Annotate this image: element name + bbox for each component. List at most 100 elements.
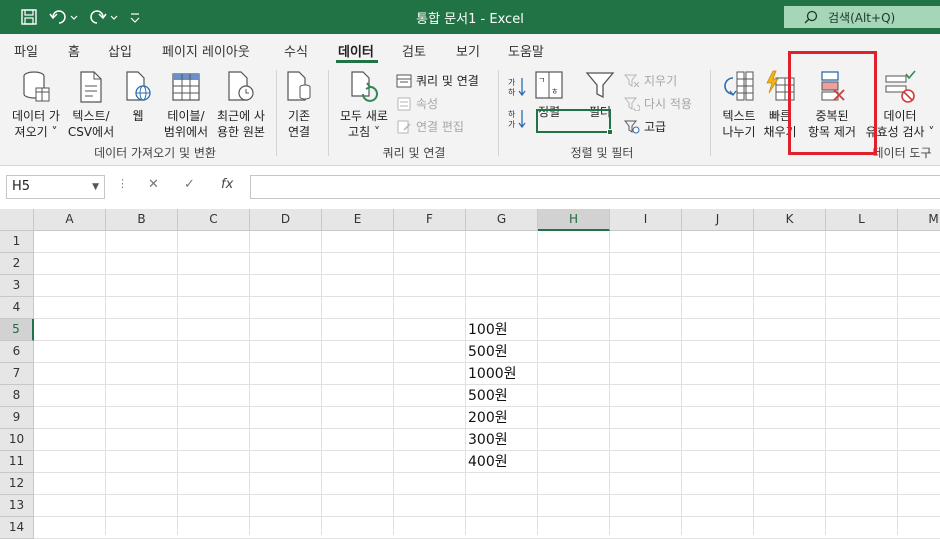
tab-file[interactable]: 파일 [14,41,38,60]
column-header-d[interactable]: D [250,209,322,231]
enter-icon[interactable]: ✓ [184,177,195,192]
edit-links-button[interactable]: 연결 편집 [396,118,464,135]
tab-data[interactable]: 데이터 [338,41,374,60]
column-header-c[interactable]: C [178,209,250,231]
row-header-11[interactable]: 11 [0,451,34,473]
undo-icon[interactable] [48,7,80,27]
clear-filter-button[interactable]: 지우기 [624,72,677,89]
clear-filter-icon [624,74,640,87]
existing-connections-icon [287,71,311,101]
tab-view[interactable]: 보기 [456,41,480,60]
formula-bar: H5 ▼ ⋮ ✕ ✓ fx [0,167,940,209]
sort-icon: ㄱㅎ [535,71,563,99]
cancel-icon[interactable]: ✕ [148,177,159,192]
row-header-8[interactable]: 8 [0,385,34,407]
active-tab-indicator [336,60,378,63]
row-header-5[interactable]: 5 [0,319,34,341]
column-header-j[interactable]: J [682,209,754,231]
row-header-7[interactable]: 7 [0,363,34,385]
cell-g5[interactable]: 100원 [468,319,508,341]
recent-sources-button[interactable]: 최근에 사 용한 원본 [212,70,270,140]
column-header-m[interactable]: M [898,209,940,231]
from-web-button[interactable]: 웹 [120,70,156,124]
column-header-k[interactable]: K [754,209,826,231]
group-label-get-transform: 데이터 가져오기 및 변환 [94,146,216,160]
grid-line [681,231,682,535]
reapply-icon [624,97,640,111]
group-separator [498,70,499,156]
grid-line [609,231,610,535]
queries-connections-button[interactable]: 쿼리 및 연결 [396,72,479,89]
text-to-columns-button[interactable]: 텍스트 나누기 [716,70,762,140]
chevron-down-icon[interactable]: ▼ [92,176,99,198]
svg-text:ㅎ: ㅎ [551,87,558,96]
advanced-filter-button[interactable]: 고급 [624,118,666,135]
formula-input[interactable] [250,175,940,199]
save-icon[interactable] [18,7,40,27]
reapply-button[interactable]: 다시 적용 [624,95,692,112]
column-header-g[interactable]: G [466,209,538,231]
row-header-14[interactable]: 14 [0,517,34,539]
from-text-csv-button[interactable]: 텍스트/ CSV에서 [66,70,116,140]
column-header-h[interactable]: H [538,209,610,231]
grid-line [34,296,940,297]
row-header-13[interactable]: 13 [0,495,34,517]
redo-icon[interactable] [88,7,120,27]
edit-links-icon [397,120,411,133]
tab-help[interactable]: 도움말 [508,41,544,60]
column-header-i[interactable]: I [610,209,682,231]
column-header-b[interactable]: B [106,209,178,231]
worksheet-grid[interactable]: A B C D E F G H I J K L M 1 2 3 4 5 6 7 8 9 10 11 12 13 14 100원 500원… [0,209,940,539]
sort-ascending-icon: 가하 [508,78,526,97]
sort-descending-button[interactable]: 하가 [506,108,528,134]
tab-insert[interactable]: 삽입 [108,41,132,60]
column-header-a[interactable]: A [34,209,106,231]
name-box[interactable]: H5 ▼ [6,175,105,199]
cell-g11[interactable]: 400원 [468,451,508,473]
text-to-columns-icon [724,71,754,101]
tab-formulas[interactable]: 수식 [284,41,308,60]
cell-g6[interactable]: 500원 [468,341,508,363]
row-header-2[interactable]: 2 [0,253,34,275]
tab-review[interactable]: 검토 [402,41,426,60]
column-header-f[interactable]: F [394,209,466,231]
group-label-queries: 쿼리 및 연결 [382,146,446,160]
selected-cell[interactable] [536,109,613,135]
column-header-e[interactable]: E [322,209,394,231]
cell-g8[interactable]: 500원 [468,385,508,407]
row-header-6[interactable]: 6 [0,341,34,363]
customize-qat-icon[interactable] [128,7,142,27]
title-bar: 통합 문서1 - Excel 검색(Alt+Q) [0,0,940,34]
grid-line [393,231,394,535]
grid-line [321,231,322,535]
existing-connections-button[interactable]: 기존 연결 [280,70,318,140]
row-header-1[interactable]: 1 [0,231,34,253]
select-all-corner[interactable] [0,209,34,231]
tab-home[interactable]: 홈 [68,41,80,60]
group-label-sort-filter: 정렬 및 필터 [570,146,634,160]
search-box[interactable]: 검색(Alt+Q) [784,6,940,28]
text-file-icon [80,71,102,103]
cell-g9[interactable]: 200원 [468,407,508,429]
grid-line [897,231,898,535]
from-table-range-button[interactable]: 테이블/ 범위에서 [160,70,212,140]
row-header-4[interactable]: 4 [0,297,34,319]
row-header-3[interactable]: 3 [0,275,34,297]
sort-ascending-button[interactable]: 가하 [506,76,528,102]
row-header-10[interactable]: 10 [0,429,34,451]
cell-g7[interactable]: 1000원 [468,363,517,385]
recent-sources-icon [228,71,254,101]
grid-line [34,516,940,517]
get-data-button[interactable]: 데이터 가 져오기 ˅ [6,70,66,140]
refresh-all-button[interactable]: 모두 새로 고침 ˅ [334,70,394,140]
fill-handle[interactable] [607,129,613,135]
tab-page-layout[interactable]: 페이지 레이아웃 [162,41,250,60]
cell-g10[interactable]: 300원 [468,429,508,451]
row-header-12[interactable]: 12 [0,473,34,495]
row-header-9[interactable]: 9 [0,407,34,429]
group-separator [328,70,329,156]
column-header-l[interactable]: L [826,209,898,231]
search-label: 검색(Alt+Q) [828,10,896,25]
properties-button[interactable]: 속성 [396,95,438,112]
insert-function-icon[interactable]: fx [221,177,233,192]
